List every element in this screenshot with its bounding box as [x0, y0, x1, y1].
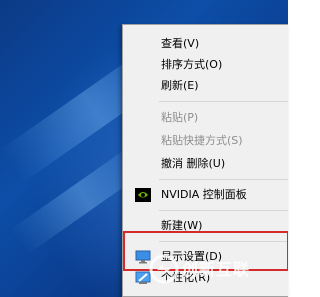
menu-item-label: 刷新(E)	[161, 79, 199, 92]
watermark-text: 创新互联	[182, 260, 251, 279]
menu-item-paste-shortcut[interactable]: 粘贴快捷方式(S)	[123, 130, 288, 151]
menu-separator	[159, 210, 288, 211]
menu-item-label: 粘贴(P)	[161, 111, 199, 124]
menu-item-label: 排序方式(O)	[161, 58, 223, 71]
menu-item-label: 粘贴快捷方式(S)	[161, 134, 243, 147]
menu-item-label: 撤消 删除(U)	[161, 157, 226, 170]
menu-item-undo-delete[interactable]: 撤消 删除(U)	[123, 153, 288, 174]
menu-item-refresh[interactable]: 刷新(E)	[123, 75, 288, 96]
menu-item-nvidia-control-panel[interactable]: NVIDIA 控制面板	[123, 184, 288, 205]
menu-item-sort-by[interactable]: 排序方式(O)	[123, 54, 288, 75]
menu-separator	[159, 101, 288, 102]
menu-item-label: NVIDIA 控制面板	[161, 188, 247, 201]
watermark: 创新互联	[148, 252, 278, 286]
menu-item-paste[interactable]: 粘贴(P)	[123, 107, 288, 128]
menu-item-label: 查看(V)	[161, 37, 200, 50]
watermark-logo-icon	[149, 254, 179, 284]
nvidia-logo-icon	[135, 188, 151, 202]
menu-item-view[interactable]: 查看(V)	[123, 33, 288, 54]
menu-separator	[159, 179, 288, 180]
